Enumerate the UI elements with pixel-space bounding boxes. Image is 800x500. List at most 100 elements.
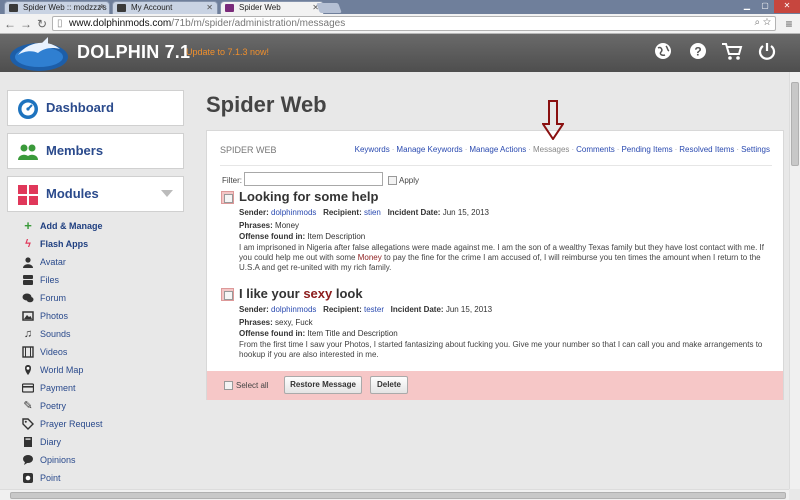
apply-checkbox[interactable] — [388, 176, 397, 185]
flagged-phrase: Money — [357, 253, 382, 262]
sidebar-item-members[interactable]: Members — [7, 133, 184, 169]
message-checkbox[interactable] — [221, 288, 234, 301]
back-arrow-icon[interactable]: ← — [3, 17, 17, 31]
menu-settings[interactable]: Settings — [741, 145, 770, 154]
maximize-window-icon[interactable]: ▢ — [756, 0, 774, 13]
zoom-star-icons[interactable]: ⌕ ☆ — [754, 17, 771, 28]
module-item-payment[interactable]: Payment — [7, 380, 184, 398]
film-icon — [22, 346, 34, 358]
select-all-checkbox[interactable] — [224, 381, 233, 390]
module-item-point[interactable]: Point — [7, 470, 184, 488]
horizontal-scroll-thumb[interactable] — [10, 492, 786, 499]
module-item-avatar[interactable]: Avatar — [7, 254, 184, 272]
sender-link[interactable]: dolphinmods — [271, 305, 316, 314]
restore-message-button[interactable]: Restore Message — [284, 376, 362, 394]
filter-label: Filter: — [222, 176, 242, 185]
power-icon[interactable] — [756, 41, 778, 63]
module-label: World Map — [40, 365, 84, 375]
vertical-scroll-thumb[interactable] — [791, 82, 799, 166]
forward-arrow-icon[interactable]: → — [19, 17, 33, 31]
message-checkbox[interactable] — [221, 191, 234, 204]
browser-tab-label: Spider Web — [239, 3, 281, 12]
module-item-files[interactable]: Files — [7, 272, 184, 290]
module-item-prayer-request[interactable]: Prayer Request — [7, 416, 184, 434]
menu-separator: · — [391, 145, 395, 154]
help-icon[interactable]: ? — [687, 41, 709, 63]
module-label: Videos — [40, 347, 68, 357]
flagged-phrase: sexy — [303, 286, 333, 301]
reload-icon[interactable]: ↻ — [35, 17, 49, 31]
sidebar-item-label: Dashboard — [46, 100, 114, 115]
sidebar-item-label: Members — [46, 143, 104, 158]
close-tab-icon[interactable]: ✕ — [98, 2, 105, 14]
module-item-opinions[interactable]: Opinions — [7, 452, 184, 470]
photo-icon — [22, 311, 34, 321]
delete-button[interactable]: Delete — [370, 376, 408, 394]
phrases-row: Phrases: Money — [239, 221, 299, 230]
browser-tab-3-active[interactable]: Spider Web ✕ — [220, 1, 324, 14]
modules-grid-icon — [18, 185, 38, 205]
module-item-flash-apps[interactable]: ϟ Flash Apps — [7, 236, 184, 254]
chevron-down-icon[interactable] — [161, 190, 173, 197]
cart-icon[interactable] — [721, 41, 743, 63]
svg-text:?: ? — [694, 45, 701, 59]
phrases-label: Phrases: — [239, 221, 273, 230]
panel-menu: Keywords · Manage Keywords · Manage Actions ·… — [355, 145, 770, 154]
module-item-forum[interactable]: Forum — [7, 290, 184, 308]
update-link[interactable]: Update to 7.1.3 now! — [186, 47, 269, 57]
browser-menu-icon[interactable]: ≡ — [782, 17, 796, 31]
filter-input[interactable] — [244, 172, 383, 186]
url-path: /71b/m/spider/administration/messages — [171, 18, 346, 29]
offense-value: Item Title and Description — [307, 329, 398, 338]
module-label: Add & Manage — [40, 221, 103, 231]
files-icon — [23, 275, 33, 285]
module-item-poetry[interactable]: ✎ Poetry — [7, 398, 184, 416]
address-bar[interactable]: ▯ www.dolphinmods.com/71b/m/spider/admin… — [52, 16, 776, 31]
message-title-text: I like your — [239, 286, 304, 301]
url-text[interactable]: www.dolphinmods.com/71b/m/spider/adminis… — [69, 18, 345, 30]
recipient-link[interactable]: stien — [364, 208, 381, 217]
browser-tab-1[interactable]: Spider Web :: modzzz's p ✕ — [4, 1, 110, 14]
panel-divider — [220, 165, 772, 166]
message-body: I am imprisoned in Nigeria after false a… — [239, 243, 774, 273]
module-item-diary[interactable]: Diary — [7, 434, 184, 452]
new-tab-button[interactable] — [316, 3, 342, 13]
globe-icon[interactable] — [652, 41, 674, 63]
card-icon — [22, 383, 34, 393]
sidebar-item-modules[interactable]: Modules — [7, 176, 184, 212]
annotation-arrow-icon — [542, 100, 564, 140]
sender-link[interactable]: dolphinmods — [271, 208, 316, 217]
user-icon — [23, 257, 33, 268]
site-favicon-icon — [9, 4, 18, 12]
vertical-scrollbar[interactable] — [789, 72, 800, 489]
menu-resolved-items[interactable]: Resolved Items — [679, 145, 734, 154]
module-item-sounds[interactable]: ♫ Sounds — [7, 326, 184, 344]
menu-keywords[interactable]: Keywords — [355, 145, 390, 154]
module-item-world-map[interactable]: World Map — [7, 362, 184, 380]
music-icon: ♫ — [23, 328, 33, 340]
close-tab-icon[interactable]: ✕ — [206, 2, 213, 14]
offense-label: Offense found in: — [239, 232, 306, 241]
module-item-videos[interactable]: Videos — [7, 344, 184, 362]
sidebar-item-dashboard[interactable]: Dashboard — [7, 90, 184, 126]
menu-manage-keywords[interactable]: Manage Keywords — [396, 145, 462, 154]
site-favicon-icon — [117, 4, 126, 12]
module-item-add-manage[interactable]: + Add & Manage — [7, 218, 184, 236]
module-label: Poetry — [40, 401, 67, 411]
recipient-label: Recipient: — [323, 208, 362, 217]
module-label: Photos — [40, 311, 69, 321]
menu-comments[interactable]: Comments — [576, 145, 615, 154]
browser-tab-2[interactable]: My Account ✕ — [112, 1, 218, 14]
module-item-photos[interactable]: Photos — [7, 308, 184, 326]
site-title[interactable]: DOLPHIN 7.1 — [77, 42, 190, 63]
dolphin-logo-icon[interactable] — [8, 35, 70, 71]
plus-icon: + — [24, 218, 32, 233]
close-window-icon[interactable]: ✕ — [774, 0, 800, 13]
menu-pending-items[interactable]: Pending Items — [621, 145, 672, 154]
horizontal-scrollbar[interactable] — [0, 489, 789, 500]
menu-manage-actions[interactable]: Manage Actions — [469, 145, 526, 154]
spider-favicon-icon — [225, 4, 234, 12]
recipient-link[interactable]: tester — [364, 305, 384, 314]
minimize-window-icon[interactable]: ▁ — [738, 0, 756, 13]
menu-messages[interactable]: Messages — [533, 145, 569, 154]
